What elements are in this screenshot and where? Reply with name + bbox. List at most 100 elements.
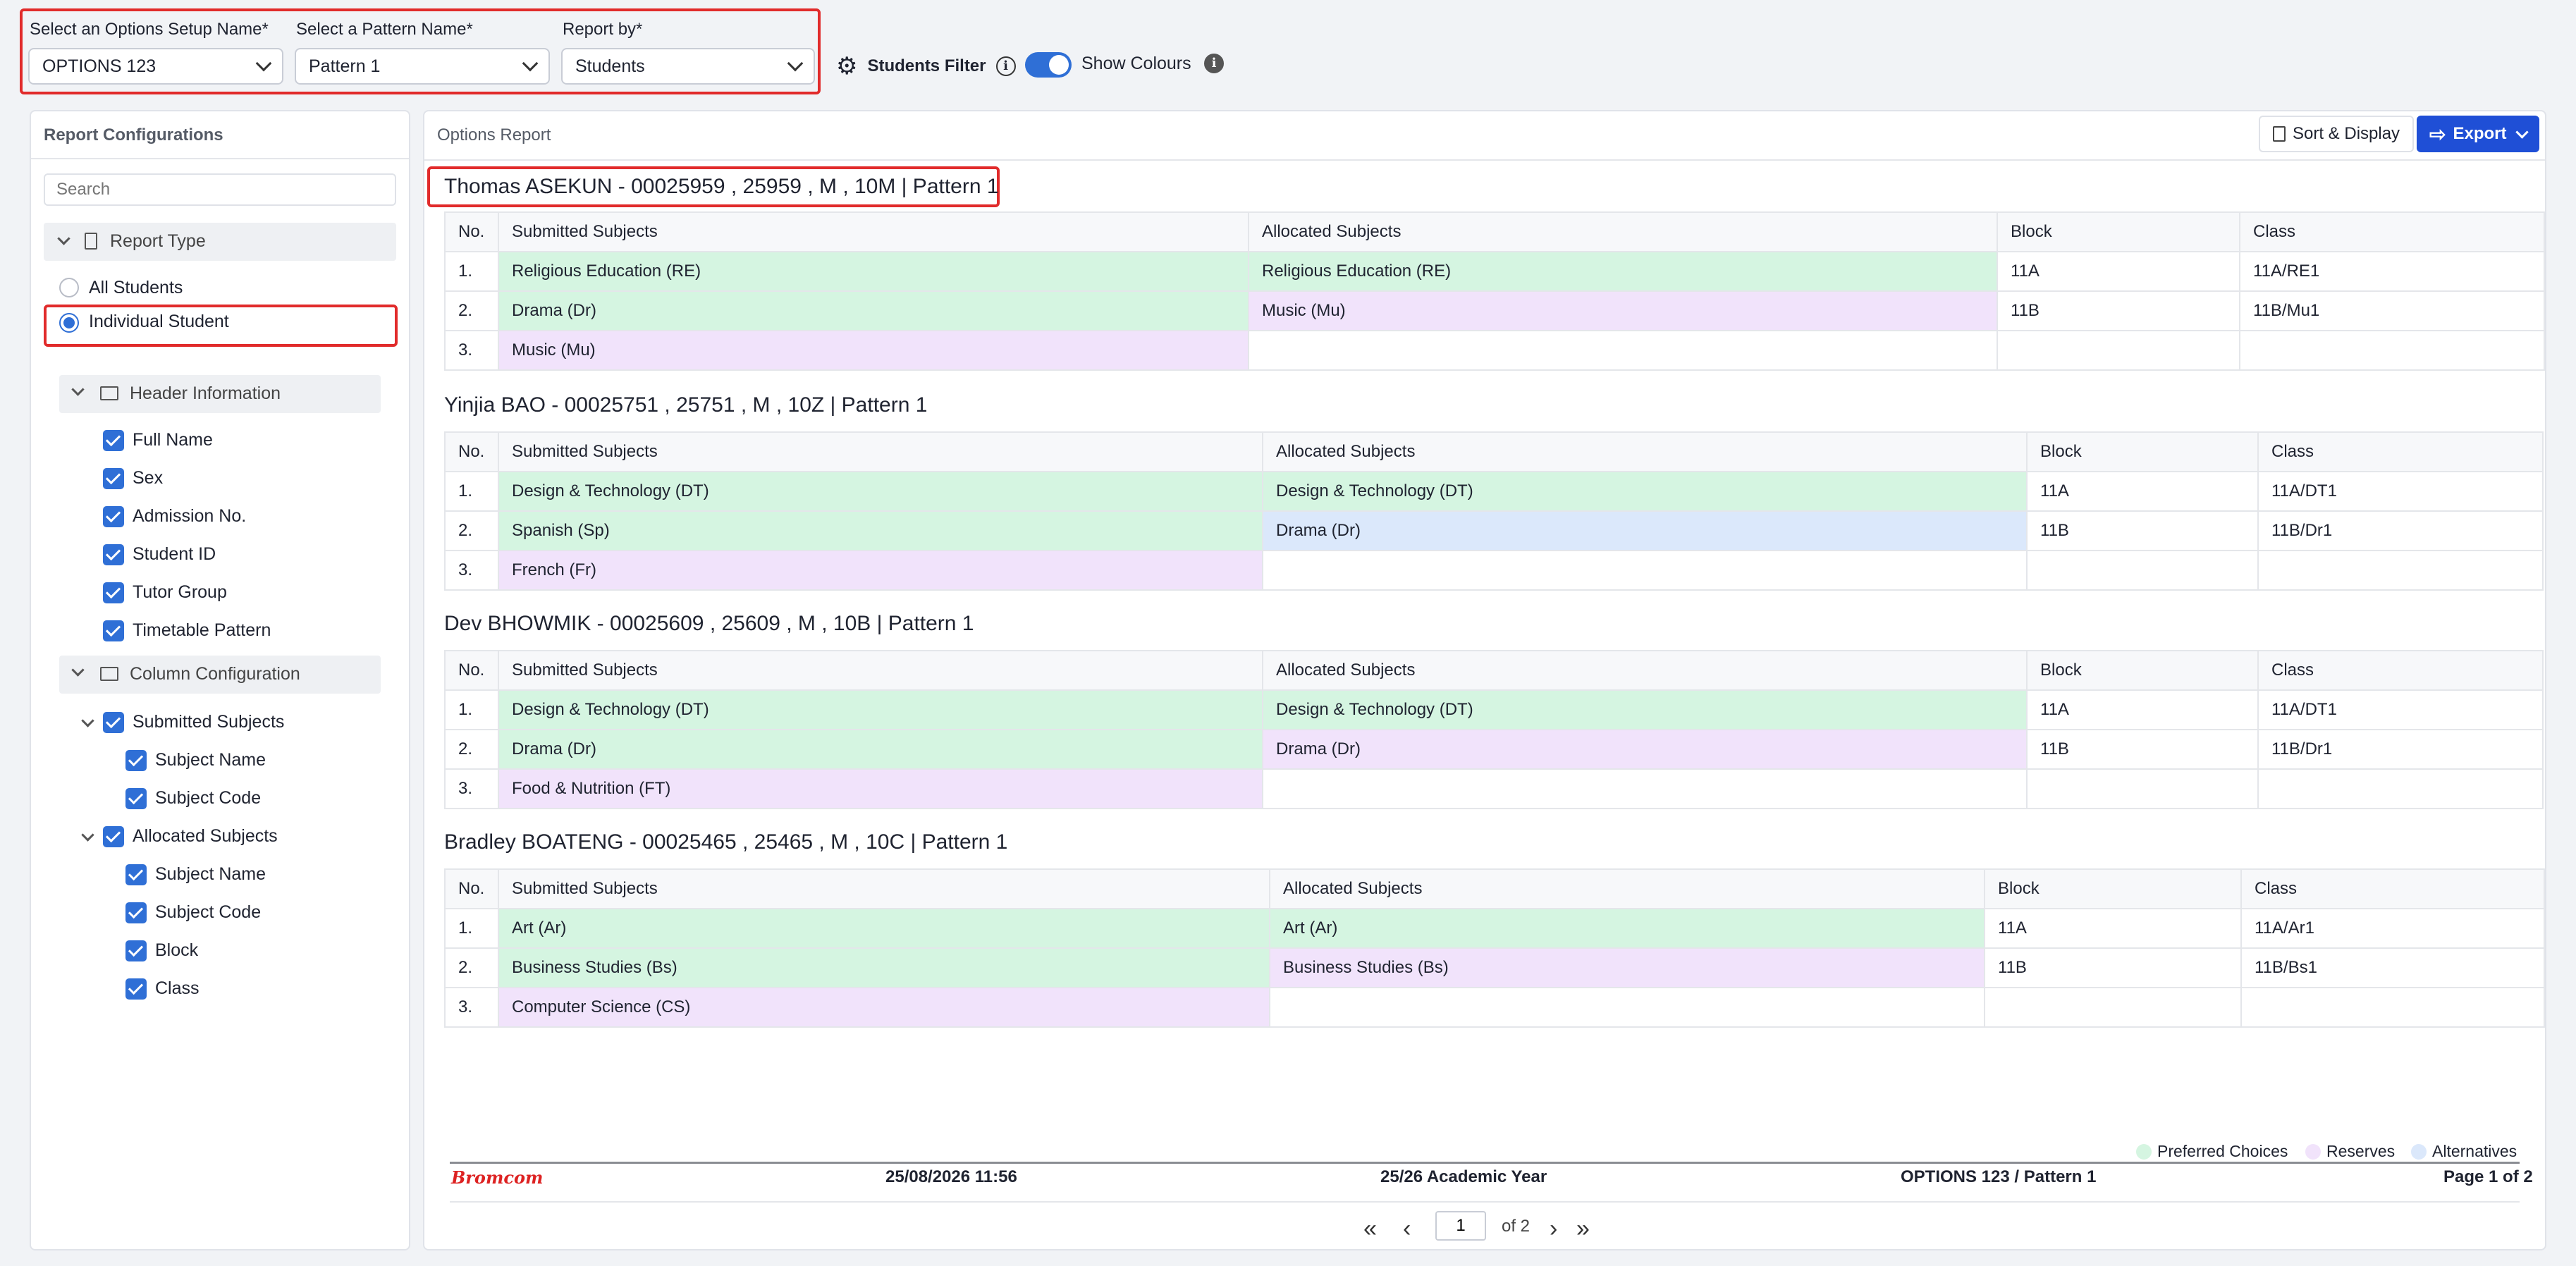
table-cell: 11A xyxy=(1984,908,2242,949)
table-cell: 11A/RE1 xyxy=(2239,251,2545,292)
table-cell xyxy=(2026,550,2259,591)
submitted-subjects-checkbox[interactable] xyxy=(103,712,124,733)
table-cell: Religious Education (RE) xyxy=(498,251,1249,292)
table-cell: 1. xyxy=(444,251,499,292)
allocated-item-label: Subject Code xyxy=(155,902,262,922)
export-label: Export xyxy=(2453,124,2507,143)
chevron-down-icon xyxy=(787,55,804,72)
table-cell: Business Studies (Bs) xyxy=(498,947,1270,988)
export-icon: ⇨ xyxy=(2429,123,2446,145)
table-cell: 11A/Ar1 xyxy=(2240,908,2545,949)
document-icon xyxy=(85,233,97,250)
allocated-item-label: Class xyxy=(155,978,200,998)
table-cell: Music (Mu) xyxy=(498,330,1249,371)
student-header: Bradley BOATENG - 00025465 , 25465 , M ,… xyxy=(444,830,1008,854)
student-header: Dev BHOWMIK - 00025609 , 25609 , M , 10B… xyxy=(444,612,974,635)
table-cell: Design & Technology (DT) xyxy=(1262,471,2028,512)
alternatives-dot xyxy=(2411,1143,2427,1160)
table-cell: 11A/DT1 xyxy=(2257,471,2544,512)
table-row: 2. Spanish (Sp) Drama (Dr) 11B 11B/Dr1 xyxy=(444,510,2544,551)
table-header-row: No. Submitted Subjects Allocated Subjects B… xyxy=(444,650,2544,691)
report-by-select[interactable]: Students xyxy=(561,48,815,85)
bromcom-logo: Bromcom xyxy=(451,1167,544,1188)
table-cell xyxy=(2026,768,2259,809)
table-cell: Drama (Dr) xyxy=(1262,510,2028,551)
table-cell: 11A/DT1 xyxy=(2257,689,2544,730)
sort-display-button[interactable]: Sort & Display xyxy=(2259,116,2415,152)
column-header: No. xyxy=(444,650,499,691)
first-page-icon[interactable]: « xyxy=(1363,1215,1377,1243)
header-item-checkbox[interactable] xyxy=(103,468,124,489)
table-cell: 11B xyxy=(1997,290,2240,331)
legend-alternatives: Alternatives xyxy=(2411,1142,2517,1161)
legend-alternatives-label: Alternatives xyxy=(2432,1142,2517,1160)
table-cell: 3. xyxy=(444,987,499,1028)
header-item-checkbox[interactable] xyxy=(103,430,124,451)
all-students-radio[interactable] xyxy=(59,278,79,297)
individual-student-radio[interactable] xyxy=(59,313,79,333)
header-item-label: Timetable Pattern xyxy=(133,620,271,640)
report-divider xyxy=(424,159,2545,161)
header-item-label: Tutor Group xyxy=(133,582,227,602)
allocated-item-checkbox[interactable] xyxy=(125,978,147,1000)
info-icon[interactable]: i xyxy=(995,56,1016,76)
options-setup-select[interactable]: OPTIONS 123 xyxy=(28,48,283,85)
allocated-subjects-checkbox[interactable] xyxy=(103,826,124,847)
preferred-dot xyxy=(2136,1143,2152,1160)
table-cell: 11B xyxy=(1984,947,2242,988)
allocated-item-checkbox[interactable] xyxy=(125,864,147,885)
column-header: Submitted Subjects xyxy=(498,211,1249,252)
id-card-icon xyxy=(100,386,118,400)
legend-preferred: Preferred Choices xyxy=(2136,1142,2288,1161)
report-title: Options Report xyxy=(437,125,551,145)
column-header: Allocated Subjects xyxy=(1262,650,2028,691)
header-item-label: Full Name xyxy=(133,430,213,450)
table-cell: 3. xyxy=(444,550,499,591)
allocated-item-checkbox[interactable] xyxy=(125,902,147,923)
sidebar-title: Report Configurations xyxy=(44,125,223,145)
last-page-icon[interactable]: » xyxy=(1576,1215,1590,1243)
table-header-row: No. Submitted Subjects Allocated Subjects B… xyxy=(444,431,2544,472)
table-cell: 11A xyxy=(2026,689,2259,730)
submitted-item-checkbox[interactable] xyxy=(125,788,147,809)
report-by-label: Report by* xyxy=(563,20,643,39)
show-colours-toggle[interactable] xyxy=(1025,52,1072,78)
table-cell: Spanish (Sp) xyxy=(498,510,1263,551)
header-item-checkbox[interactable] xyxy=(103,544,124,565)
table-cell xyxy=(1997,330,2240,371)
header-item-checkbox[interactable] xyxy=(103,620,124,641)
pattern-label: Select a Pattern Name* xyxy=(296,20,473,39)
column-header: No. xyxy=(444,868,499,909)
footer-setup: OPTIONS 123 / Pattern 1 xyxy=(1901,1167,2097,1186)
prev-page-icon[interactable]: ‹ xyxy=(1403,1215,1411,1243)
students-filter-button[interactable]: ⚙ Students Filter i xyxy=(836,52,1016,80)
table-header-row: No. Submitted Subjects Allocated Subjects B… xyxy=(444,211,2545,252)
student-table: No. Submitted Subjects Allocated Subjects B… xyxy=(444,650,2544,809)
next-page-icon[interactable]: › xyxy=(1550,1215,1557,1243)
header-item-label: Admission No. xyxy=(133,506,247,526)
pattern-select[interactable]: Pattern 1 xyxy=(295,48,550,85)
table-cell: Computer Science (CS) xyxy=(498,987,1270,1028)
page-total: of 2 xyxy=(1502,1217,1531,1236)
config-search-input[interactable] xyxy=(44,173,396,206)
export-button[interactable]: ⇨ Export xyxy=(2417,116,2540,152)
header-item-checkbox[interactable] xyxy=(103,582,124,603)
table-row: 2. Drama (Dr) Music (Mu) 11B 11B/Mu1 xyxy=(444,290,2545,331)
submitted-item-label: Subject Name xyxy=(155,750,266,770)
column-header: Class xyxy=(2257,650,2544,691)
table-cell: 1. xyxy=(444,908,499,949)
table-cell: 2. xyxy=(444,947,499,988)
sidebar-divider xyxy=(31,158,409,159)
allocated-item-label: Subject Name xyxy=(155,864,266,884)
page-number-input[interactable] xyxy=(1435,1211,1486,1241)
all-students-label: All Students xyxy=(89,278,183,297)
table-row: 1. Art (Ar) Art (Ar) 11A 11A/Ar1 xyxy=(444,908,2545,949)
legend-reserves: Reserves xyxy=(2305,1142,2395,1161)
allocated-item-checkbox[interactable] xyxy=(125,940,147,961)
table-cell xyxy=(2257,550,2544,591)
header-info-label: Header Information xyxy=(130,383,281,403)
info-icon[interactable]: i xyxy=(1204,54,1224,73)
gear-icon: ⚙ xyxy=(836,53,858,80)
submitted-item-checkbox[interactable] xyxy=(125,750,147,771)
header-item-checkbox[interactable] xyxy=(103,506,124,527)
